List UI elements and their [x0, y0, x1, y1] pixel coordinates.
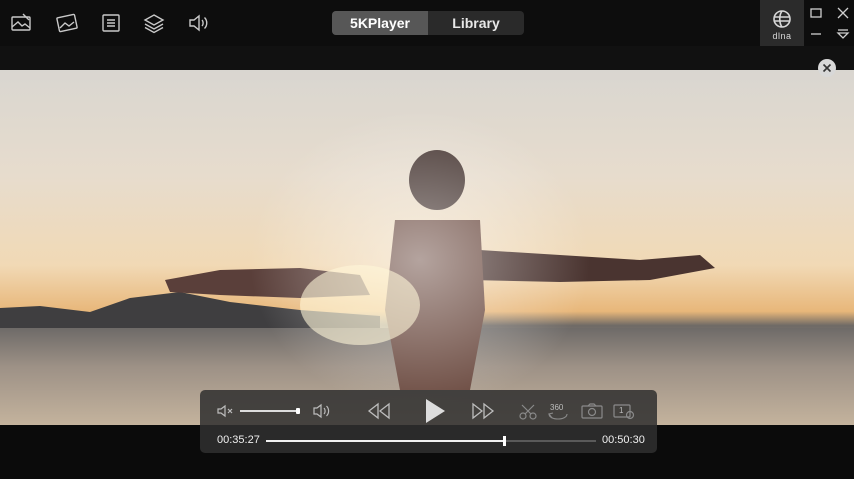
- toolbar-strip: [0, 46, 854, 70]
- badge-360: 360: [550, 403, 564, 412]
- airplay-icon[interactable]: [55, 11, 79, 35]
- youtube-download-icon[interactable]: [9, 11, 33, 35]
- close-video-icon[interactable]: [818, 59, 836, 77]
- window-close-icon[interactable]: [836, 6, 850, 20]
- window-minimize-icon[interactable]: [809, 27, 823, 41]
- volume-up-icon[interactable]: [312, 402, 332, 420]
- dlna-button[interactable]: dlna: [760, 0, 804, 46]
- dlna-icon: [773, 10, 791, 28]
- seek-handle[interactable]: [502, 436, 506, 446]
- video-frame[interactable]: [0, 70, 854, 425]
- volume-slider[interactable]: [240, 408, 300, 414]
- dlna-label: dlna: [772, 31, 792, 41]
- fast-forward-icon[interactable]: [470, 402, 496, 420]
- cut-icon[interactable]: [518, 403, 538, 421]
- top-bar: 5KPlayer Library dlna: [0, 0, 854, 46]
- mute-icon[interactable]: [216, 403, 234, 419]
- window-restore-icon[interactable]: [809, 6, 823, 20]
- tab-library[interactable]: Library: [428, 11, 524, 35]
- playlist-icon[interactable]: [99, 11, 123, 35]
- play-icon[interactable]: [423, 397, 447, 425]
- rewind-icon[interactable]: [366, 402, 392, 420]
- seek-bar-progress: [266, 440, 504, 442]
- total-time: 00:50:30: [602, 434, 645, 446]
- mode-tabs: 5KPlayer Library: [332, 11, 524, 35]
- splash-figure-image: [165, 110, 715, 410]
- volume-handle[interactable]: [296, 408, 300, 414]
- snapshot-icon[interactable]: [580, 402, 604, 420]
- tab-5kplayer[interactable]: 5KPlayer: [332, 11, 428, 35]
- rotate-360-icon[interactable]: 360: [546, 402, 570, 422]
- playback-controls: 360 1 00:35:27 00:50:30: [200, 390, 657, 453]
- speed-badge: 1: [619, 406, 624, 415]
- playback-speed-icon[interactable]: 1: [612, 402, 636, 420]
- audio-icon[interactable]: [186, 11, 210, 35]
- layers-icon[interactable]: [142, 11, 166, 35]
- window-menu-icon[interactable]: [836, 27, 850, 41]
- seek-bar[interactable]: [266, 436, 596, 446]
- current-time: 00:35:27: [217, 434, 260, 446]
